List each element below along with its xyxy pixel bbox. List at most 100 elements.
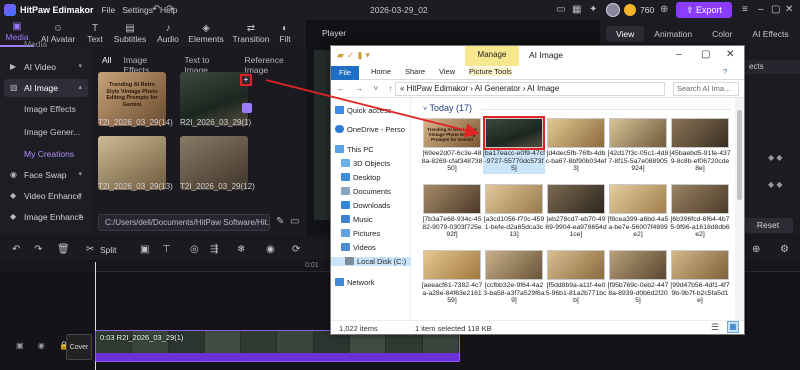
reset-button[interactable]: Reset	[743, 218, 793, 233]
nav-quick-access[interactable]: Quick access	[335, 106, 392, 115]
nav-3d-objects[interactable]: 3D Objects	[341, 159, 390, 168]
minimize-icon[interactable]: –	[758, 4, 764, 15]
file-item[interactable]: [f5dd8b9a-a11f-4e05-96b1-81a2b771bcb]	[545, 250, 607, 306]
redo-icon[interactable]: ↷	[166, 4, 174, 15]
tab-audio[interactable]: ♪ Audio	[152, 23, 184, 47]
menu-settings[interactable]: Settings	[122, 5, 153, 15]
file-item[interactable]: [aeeacf61-7382-4c7a-a28e-84f63e216159]	[421, 250, 483, 306]
ribbon-tab-view[interactable]: View	[439, 67, 455, 76]
record-icon[interactable]: ◉	[266, 244, 275, 255]
file-item[interactable]: [42d17f3c-05c1-4d87-8f15-5a7e088905924]	[607, 118, 669, 174]
crop-icon[interactable]: ▣	[140, 244, 149, 255]
nav-documents[interactable]: Documents	[341, 187, 391, 196]
undo-icon[interactable]: ↶	[12, 244, 20, 255]
file-item[interactable]: [ccfbb32e-9f64-4a23-ba58-a3f7a529f6a9]	[483, 250, 545, 306]
keyframe-icon[interactable]: ◆ ◆	[768, 180, 783, 189]
gift-icon[interactable]: ✦	[589, 4, 597, 15]
tab-filter[interactable]: ◐ Filt	[274, 23, 296, 47]
cover-button[interactable]: Cover	[66, 334, 92, 360]
menu-icon[interactable]: ≡	[742, 4, 748, 15]
save-path-field[interactable]: C:/Users/dell/Documents/HitPaw Software/…	[98, 214, 270, 231]
avatar[interactable]	[606, 3, 620, 17]
nav-downloads[interactable]: Downloads	[341, 201, 390, 210]
file-item[interactable]: [f95b769c-0eb2-4478a-8939-d0b6d2f205]	[607, 250, 669, 306]
tab-view[interactable]: View	[606, 26, 645, 42]
tab-animation[interactable]: Animation	[644, 26, 702, 42]
freeze-icon[interactable]: ❄	[237, 244, 245, 255]
tab-transition[interactable]: ⇄ Transition	[228, 23, 274, 47]
keyframe-icon[interactable]: ◆ ◆	[768, 153, 783, 162]
tab-subtitles[interactable]: ▤ Subtitles	[108, 23, 152, 47]
scrollbar-thumb[interactable]	[737, 110, 742, 200]
nav-network[interactable]: Network	[335, 278, 375, 287]
file-item[interactable]: [99d47b56-4df1-4f79b-9b7f-b2c5fa5d1e]	[669, 250, 731, 306]
add-to-timeline-icon[interactable]: +	[240, 74, 252, 86]
sidebar-item-media[interactable]: Media	[4, 41, 88, 51]
ribbon-tab-picture-tools[interactable]: Picture Tools	[469, 67, 512, 76]
delete-icon[interactable]: 🗑	[57, 244, 70, 255]
redo-icon[interactable]: ↷	[34, 244, 42, 255]
tab-elements[interactable]: ◈ Elements	[184, 23, 228, 47]
help-icon[interactable]: ?	[723, 67, 727, 76]
effects-field[interactable]: ects	[745, 60, 800, 74]
address-bar[interactable]: « HitPaw Edimakor › AI Generator › AI Im…	[395, 82, 665, 96]
sidebar-item-image-generator[interactable]: Image Gener...	[4, 123, 88, 141]
sidebar-item-ai-image[interactable]: ▨ AI Image ▴	[4, 79, 88, 97]
file-item[interactable]: [6b396fcd-6f64-4b75-9f96-a1618d8db6e2]	[669, 184, 731, 240]
zoom-icon[interactable]: ⊕	[752, 244, 760, 255]
minimize-icon[interactable]: –	[676, 49, 682, 60]
nav-videos[interactable]: Videos	[341, 243, 376, 252]
file-item[interactable]: [f8cea399-a6bd-4a5a-be7e-56007f4899e2]	[607, 184, 669, 240]
ribbon-tab-home[interactable]: Home	[371, 67, 391, 76]
subtab-reference-image[interactable]: Reference Image	[244, 55, 306, 75]
folder-icon[interactable]: ▭	[290, 216, 299, 227]
maximize-icon[interactable]: ▢	[771, 4, 780, 15]
navigation-arrows-icon[interactable]: ← → ˅ ↑	[337, 84, 396, 93]
sidebar-item-image-effects[interactable]: Image Effects	[4, 100, 88, 118]
search-input[interactable]: Search AI Ima...	[673, 82, 739, 96]
nav-onedrive[interactable]: OneDrive - Perso	[335, 125, 405, 134]
tab-ai-effects[interactable]: AI Effects	[742, 26, 798, 42]
file-item[interactable]: [eb278cd7-eb70-4969-9904-ea978654d1ce]	[545, 184, 607, 240]
export-button[interactable]: ⇪ Export	[676, 2, 732, 18]
ribbon-tab-share[interactable]: Share	[405, 67, 425, 76]
maximize-icon[interactable]: ▢	[701, 49, 710, 60]
sidebar-item-my-creations[interactable]: My Creations	[4, 145, 88, 163]
large-icons-view-icon[interactable]: ▦	[727, 321, 739, 333]
monitor-icon[interactable]: ▭	[556, 4, 565, 15]
grid-icon[interactable]: ▦	[572, 4, 581, 15]
file-item[interactable]: [45baebd5-91fe-4379-8c8b-ef06720cde8e]	[669, 118, 731, 174]
file-item[interactable]: Trending AI Retro Style Vintage Photo Ed…	[421, 118, 483, 174]
group-header[interactable]: ˅ Today (17)	[423, 103, 731, 113]
nav-music[interactable]: Music	[341, 215, 373, 224]
text-tool-icon[interactable]: ⊤	[162, 244, 171, 255]
undo-icon[interactable]: ↶	[152, 4, 160, 15]
split-icon[interactable]: ✂	[86, 244, 94, 255]
quick-access-toolbar-icon[interactable]: ▰✓▮▾	[337, 50, 373, 61]
nav-this-pc[interactable]: This PC	[335, 145, 374, 154]
settings-icon[interactable]: ⚙	[780, 244, 789, 255]
manage-tab[interactable]: Manage	[465, 46, 519, 66]
sync-icon[interactable]: ⟳	[292, 244, 300, 255]
file-item[interactable]: [7b3a7e68-934c-4582-9079-0303f725e92f]	[421, 184, 483, 240]
plus-icon[interactable]: ⊕	[660, 4, 668, 15]
speed-icon[interactable]: ⇶	[210, 244, 218, 255]
file-item[interactable]: [a3cd1056-f70c-4591-befe-d2a65dca3c13]	[483, 184, 545, 240]
sidebar-item-image-enhance[interactable]: ◆ Image Enhance ▾	[4, 208, 88, 226]
ribbon-tab-file[interactable]: File	[331, 66, 359, 80]
nav-local-disk[interactable]: Local Disk (C:)	[331, 257, 411, 266]
vertical-scrollbar[interactable]	[735, 98, 744, 320]
sidebar-item-ai-video[interactable]: ▶ AI Video ▾	[4, 58, 88, 76]
edit-icon[interactable]: ✎	[276, 216, 284, 227]
close-icon[interactable]: ✕	[726, 49, 734, 60]
file-item-selected[interactable]: [ba17eacc-e0f9-47cf-9727-55770dc573f5]	[483, 116, 545, 174]
nav-desktop[interactable]: Desktop	[341, 173, 381, 182]
menu-file[interactable]: File	[102, 5, 116, 15]
tab-color[interactable]: Color	[702, 26, 742, 42]
sidebar-item-face-swap[interactable]: ◉ Face Swap ▾	[4, 166, 88, 184]
close-icon[interactable]: ✕	[785, 4, 793, 15]
details-view-icon[interactable]: ☰	[711, 322, 719, 333]
nav-pictures[interactable]: Pictures	[341, 229, 380, 238]
mask-icon[interactable]: ◎	[190, 244, 199, 255]
split-button[interactable]: Split	[100, 245, 117, 255]
